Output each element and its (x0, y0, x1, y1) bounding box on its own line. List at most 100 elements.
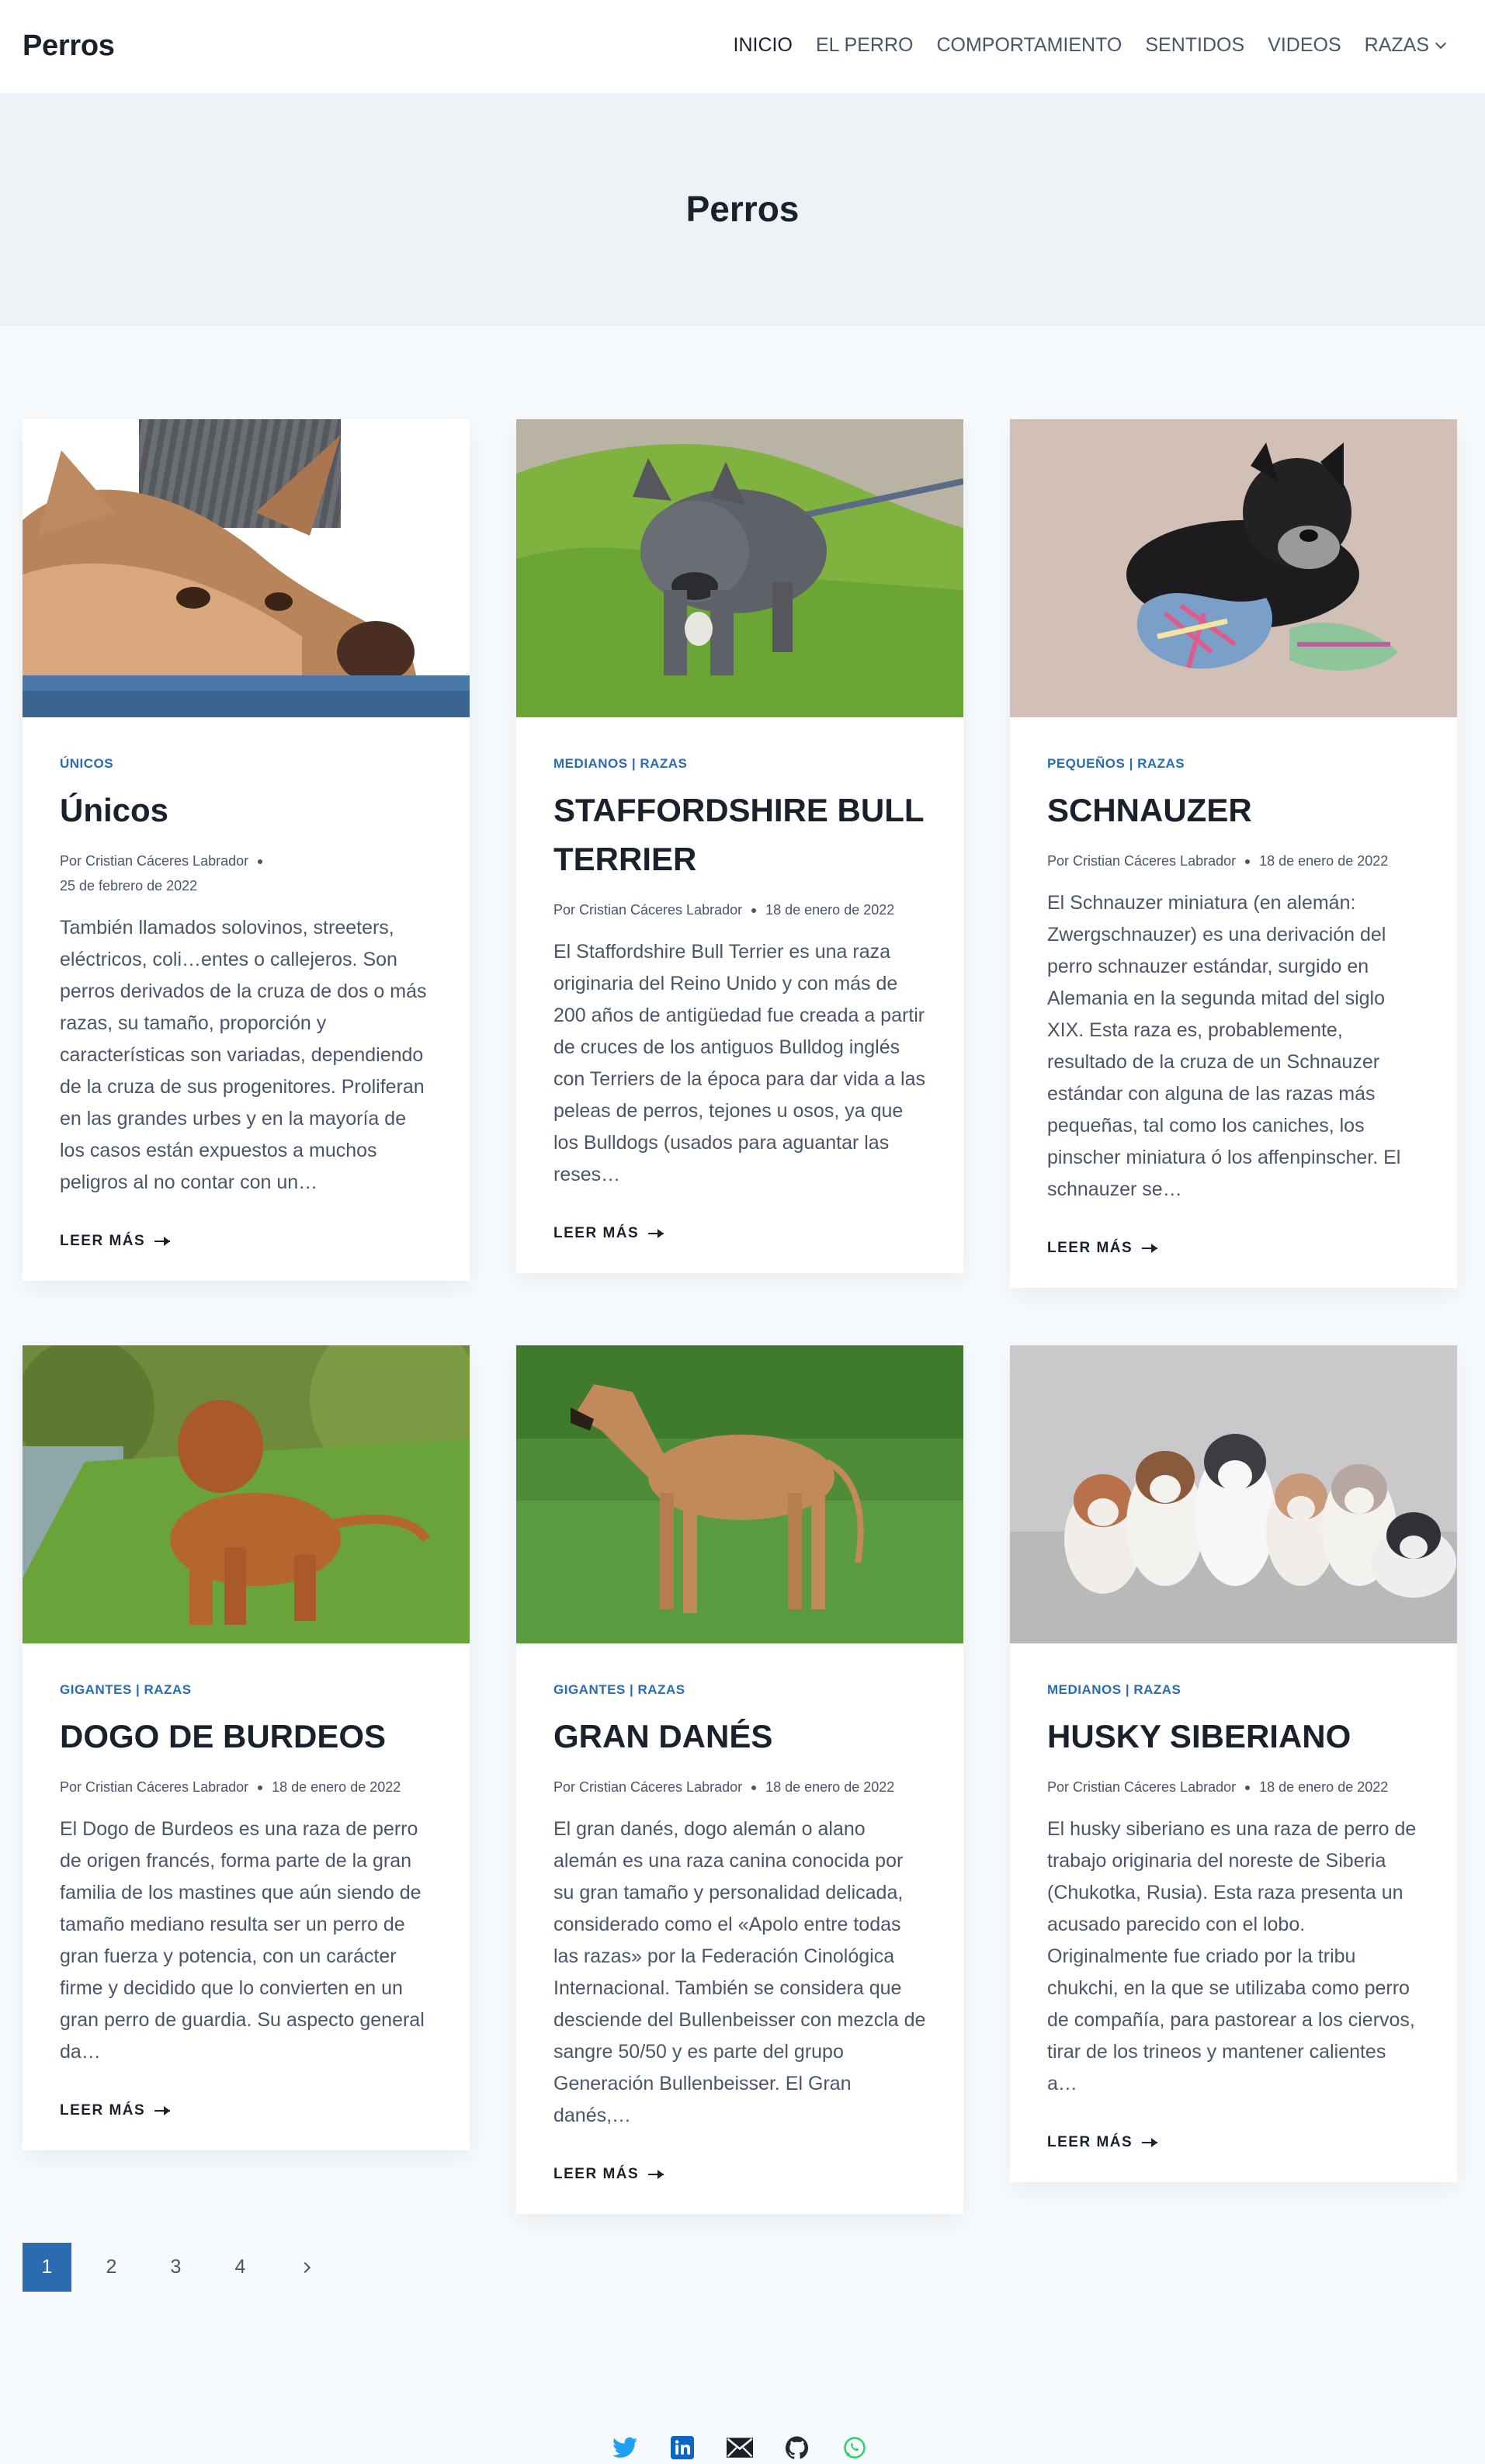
post-card: PEQUEÑOS | RAZAS SCHNAUZER Por Cristian … (1010, 419, 1457, 1288)
arrow-right-icon (1142, 1244, 1158, 1253)
github-icon (786, 2436, 808, 2459)
page-1-button[interactable]: 1 (23, 2243, 71, 2292)
post-excerpt: El gran danés, dogo alemán o alano alemá… (553, 1818, 926, 2126)
separator-dot-icon (258, 1786, 263, 1791)
post-date: 18 de enero de 2022 (765, 1779, 895, 1795)
post-date: 18 de enero de 2022 (1259, 1779, 1389, 1795)
category-link[interactable]: RAZAS (1133, 1682, 1181, 1697)
post-thumbnail[interactable] (1010, 1345, 1457, 1643)
post-title[interactable]: STAFFORDSHIRE BULL TERRIER (553, 786, 926, 883)
pagination: 1 2 3 4 (23, 2243, 329, 2292)
post-thumbnail[interactable] (1010, 419, 1457, 717)
read-more-label: LEER MÁS (60, 1233, 146, 1249)
nav-el-perro[interactable]: EL PERRO (816, 34, 914, 57)
category-link[interactable]: GIGANTES (553, 1682, 626, 1697)
post-categories: MEDIANOS | RAZAS (1047, 1682, 1181, 1697)
dog-photo-staffordshire (516, 419, 963, 717)
post-meta: Por Cristian Cáceres Labrador 18 de enero… (1047, 849, 1420, 873)
page-title: Perros (685, 189, 800, 229)
post-thumbnail[interactable] (23, 1345, 470, 1643)
post-thumbnail[interactable] (23, 419, 470, 717)
post-title[interactable]: GRAN DANÉS (553, 1712, 926, 1761)
post-author[interactable]: Por Cristian Cáceres Labrador (1047, 1779, 1236, 1795)
read-more-label: LEER MÁS (1047, 1240, 1133, 1256)
separator-dot-icon (1245, 859, 1251, 865)
category-link[interactable]: RAZAS (144, 1682, 192, 1697)
twitter-icon (612, 2437, 637, 2458)
category-link[interactable]: RAZAS (640, 756, 687, 771)
nav-razas-label: RAZAS (1364, 34, 1429, 56)
page-4-button[interactable]: 4 (216, 2243, 265, 2292)
post-author[interactable]: Por Cristian Cáceres Labrador (553, 1779, 742, 1795)
post-author[interactable]: Por Cristian Cáceres Labrador (60, 1779, 248, 1795)
read-more-link[interactable]: LEER MÁS (60, 1233, 171, 1250)
read-more-link[interactable]: LEER MÁS (1047, 1240, 1158, 1257)
dog-photo-husky-siberiano (1010, 1345, 1457, 1643)
category-link[interactable]: GIGANTES (60, 1682, 132, 1697)
post-card: ÚNICOS Únicos Por Cristian Cáceres Labra… (23, 419, 470, 1281)
nav-sentidos[interactable]: SENTIDOS (1145, 34, 1244, 57)
read-more-link[interactable]: LEER MÁS (553, 2166, 664, 2183)
post-author[interactable]: Por Cristian Cáceres Labrador (1047, 853, 1236, 869)
read-more-link[interactable]: LEER MÁS (1047, 2134, 1158, 2151)
arrow-right-icon (154, 1237, 171, 1246)
post-author[interactable]: Por Cristian Cáceres Labrador (60, 853, 248, 869)
post-card: MEDIANOS | RAZAS HUSKY SIBERIANO Por Cri… (1010, 1345, 1457, 2182)
category-link[interactable]: MEDIANOS (1047, 1682, 1122, 1697)
post-date: 18 de enero de 2022 (272, 1779, 401, 1795)
whatsapp-icon (844, 2437, 866, 2459)
chevron-right-icon (299, 2261, 311, 2273)
nav-razas[interactable]: RAZAS (1364, 34, 1447, 57)
nav-videos[interactable]: VIDEOS (1268, 34, 1341, 57)
post-meta: Por Cristian Cáceres Labrador 25 de febr… (60, 849, 432, 898)
post-excerpt: El Dogo de Burdeos es una raza de perro … (60, 1818, 425, 2063)
next-page-button[interactable] (280, 2243, 329, 2292)
chevron-down-icon (1435, 37, 1447, 49)
category-link[interactable]: ÚNICOS (60, 756, 113, 771)
site-header: Perros INICIO EL PERRO COMPORTAMIENTO SE… (0, 0, 1485, 93)
post-title[interactable]: SCHNAUZER (1047, 786, 1420, 835)
post-meta: Por Cristian Cáceres Labrador 18 de enero… (553, 897, 926, 922)
category-link[interactable]: PEQUEÑOS (1047, 756, 1125, 771)
post-meta: Por Cristian Cáceres Labrador 18 de enero… (60, 1775, 432, 1799)
post-thumbnail[interactable] (516, 419, 963, 717)
post-title[interactable]: HUSKY SIBERIANO (1047, 1712, 1420, 1761)
post-excerpt: El husky siberiano es una raza de perro … (1047, 1818, 1417, 2094)
page-2-button[interactable]: 2 (87, 2243, 136, 2292)
email-link[interactable] (727, 2435, 753, 2461)
nav-inicio[interactable]: INICIO (734, 34, 793, 57)
category-link[interactable]: RAZAS (1137, 756, 1185, 771)
post-thumbnail[interactable] (516, 1345, 963, 1643)
dog-photo-dogo-de-burdeos (23, 1345, 470, 1643)
github-link[interactable] (784, 2435, 810, 2461)
archive-hero: Perros (0, 93, 1485, 326)
post-card: GIGANTES | RAZAS GRAN DANÉS Por Cristian… (516, 1345, 963, 2214)
dog-photo-unicos (23, 419, 470, 717)
post-categories: PEQUEÑOS | RAZAS (1047, 756, 1185, 771)
post-author[interactable]: Por Cristian Cáceres Labrador (553, 902, 742, 918)
separator-dot-icon (751, 1786, 757, 1791)
site-logo[interactable]: Perros (23, 29, 115, 63)
separator-dot-icon (258, 859, 263, 865)
linkedin-link[interactable] (669, 2435, 696, 2461)
dog-photo-gran-danes (516, 1345, 963, 1643)
whatsapp-link[interactable] (841, 2435, 868, 2461)
read-more-link[interactable]: LEER MÁS (553, 1225, 664, 1242)
post-excerpt: El Schnauzer miniatura (en alemán: Zwerg… (1047, 892, 1401, 1200)
page-3-button[interactable]: 3 (151, 2243, 200, 2292)
social-links (612, 2435, 868, 2461)
read-more-link[interactable]: LEER MÁS (60, 2102, 171, 2119)
post-categories: GIGANTES | RAZAS (60, 1682, 192, 1697)
post-title[interactable]: DOGO DE BURDEOS (60, 1712, 432, 1761)
category-link[interactable]: RAZAS (638, 1682, 685, 1697)
category-link[interactable]: MEDIANOS (553, 756, 628, 771)
twitter-link[interactable] (612, 2435, 638, 2461)
nav-comportamiento[interactable]: COMPORTAMIENTO (936, 34, 1122, 57)
email-icon (727, 2438, 753, 2458)
read-more-label: LEER MÁS (60, 2102, 146, 2119)
post-title[interactable]: Únicos (60, 786, 432, 835)
post-meta: Por Cristian Cáceres Labrador 18 de enero… (553, 1775, 926, 1799)
read-more-label: LEER MÁS (553, 2166, 640, 2182)
arrow-right-icon (648, 2170, 664, 2179)
arrow-right-icon (1142, 2138, 1158, 2147)
